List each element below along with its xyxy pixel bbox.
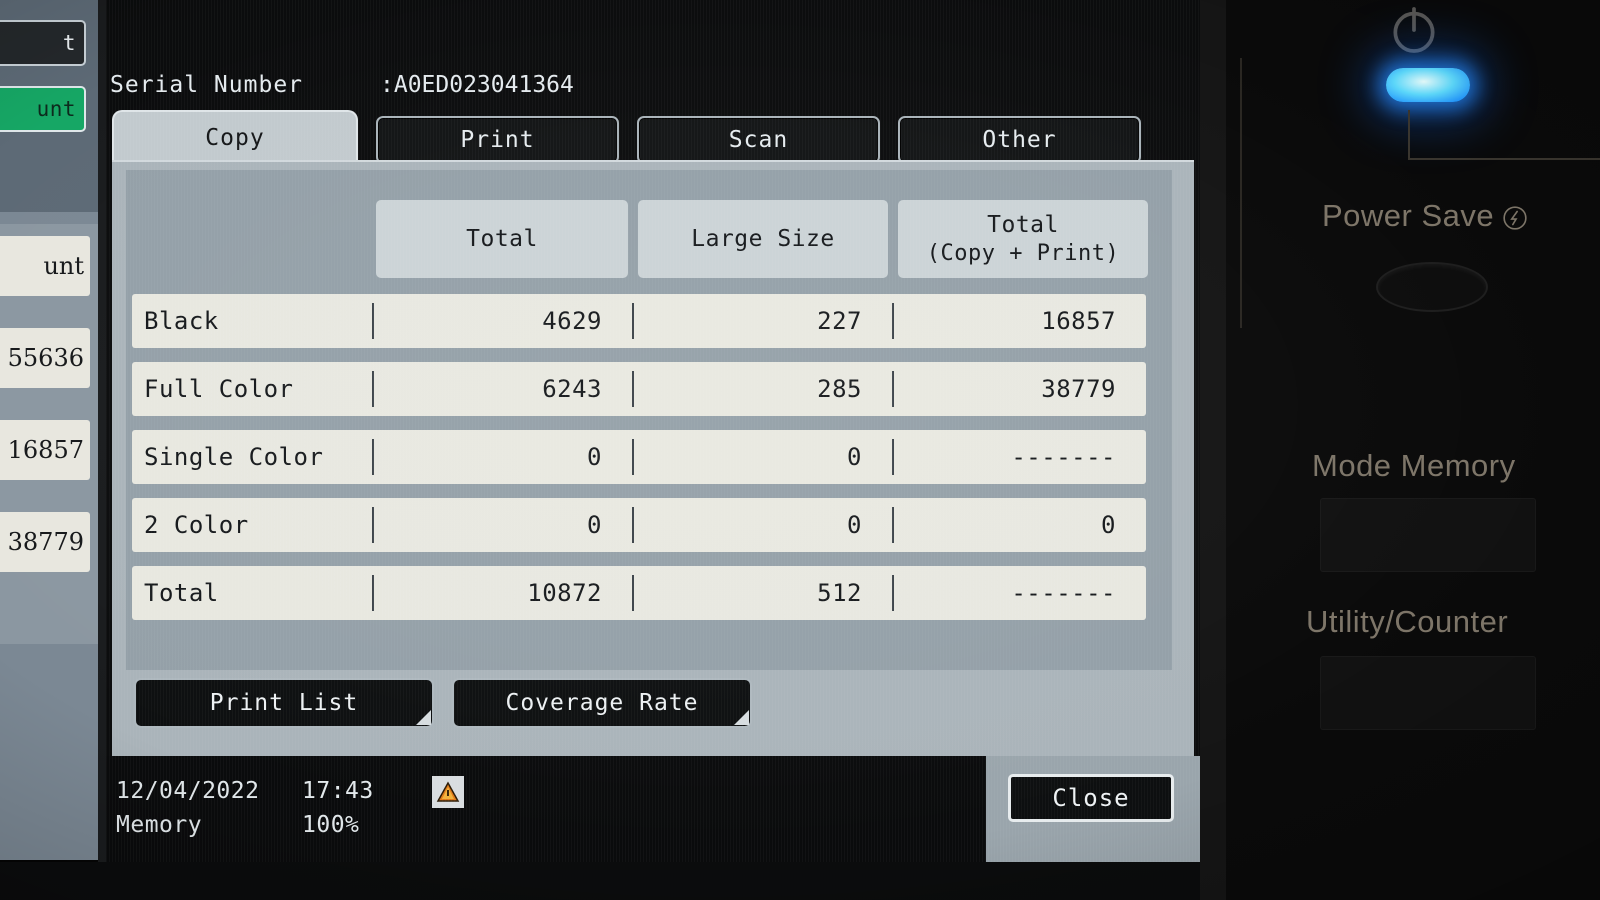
background-list-item[interactable]: 55636 — [0, 328, 90, 388]
tab-other[interactable]: Other — [898, 116, 1141, 164]
row-label: Black — [144, 307, 219, 335]
screen-bezel-divider — [98, 0, 106, 900]
column-header-total-title: Total — [466, 225, 538, 252]
serial-number-label: Serial Number — [110, 72, 304, 98]
cell-total: 4629 — [542, 307, 602, 335]
table-row: Total 10872 512 ------- — [132, 566, 1146, 620]
table-row: 2 Color 0 0 0 — [132, 498, 1146, 552]
tab-print-label: Print — [460, 127, 535, 153]
row-label: Full Color — [144, 375, 294, 403]
power-bracket-line — [1408, 110, 1600, 160]
row-label: 2 Color — [144, 511, 249, 539]
cell-large-size: 227 — [817, 307, 862, 335]
cell-total: 10872 — [527, 579, 602, 607]
tab-other-label: Other — [982, 127, 1057, 153]
background-button-partial-green[interactable]: unt — [0, 86, 86, 132]
cell-total-copy-print: 38779 — [1041, 375, 1116, 403]
background-list-item-label: 16857 — [7, 436, 84, 464]
table-row: Black 4629 227 16857 — [132, 294, 1146, 348]
power-led-indicator — [1386, 68, 1470, 102]
cell-total: 0 — [587, 443, 602, 471]
status-time: 17:43 — [302, 778, 374, 804]
cell-large-size: 512 — [817, 579, 862, 607]
tab-copy-label: Copy — [205, 125, 265, 151]
coverage-rate-button-label: Coverage Rate — [505, 690, 699, 716]
tab-copy[interactable]: Copy — [112, 110, 358, 164]
power-save-button[interactable] — [1376, 262, 1488, 312]
utility-counter-label: Utility/Counter — [1306, 604, 1509, 639]
column-header-total-copy-print: Total (Copy + Print) — [898, 200, 1148, 278]
row-label: Single Color — [144, 443, 324, 471]
tab-scan[interactable]: Scan — [637, 116, 880, 164]
column-header-total-copy-print-title: Total — [987, 211, 1059, 238]
status-bar: 12/04/2022 17:43 Memory 100% — [106, 756, 986, 862]
print-list-button-label: Print List — [209, 690, 359, 716]
close-button-label: Close — [1052, 784, 1130, 812]
row-label: Total — [144, 579, 219, 607]
background-list-item[interactable]: 38779 — [0, 512, 90, 572]
close-button-area: Close — [986, 756, 1200, 862]
cell-total-copy-print: ------- — [1011, 443, 1116, 471]
background-list-item[interactable]: unt — [0, 236, 90, 296]
background-list-item-label: 55636 — [7, 344, 84, 372]
cell-large-size: 0 — [847, 511, 862, 539]
table-row: Single Color 0 0 ------- — [132, 430, 1146, 484]
counter-table: Total Large Size Total (Copy + Print) Bl… — [126, 170, 1172, 670]
column-header-large-size: Large Size — [638, 200, 888, 278]
power-save-label: Power Save — [1322, 198, 1495, 233]
action-button-row: Print List Coverage Rate — [134, 678, 752, 728]
status-memory-value: 100% — [302, 812, 360, 838]
serial-number-row: Serial Number :A0ED023041364 — [106, 62, 1200, 108]
cell-total: 6243 — [542, 375, 602, 403]
background-button-green-label: unt — [36, 97, 76, 121]
column-header-total-copy-print-subtitle: (Copy + Print) — [926, 240, 1120, 266]
tab-print[interactable]: Print — [376, 116, 619, 164]
cell-total-copy-print: ------- — [1011, 579, 1116, 607]
panel-edge-divider — [1200, 0, 1226, 900]
counter-dialog: Serial Number :A0ED023041364 Copy Print … — [106, 0, 1200, 862]
background-button-partial-dark[interactable]: t — [0, 20, 86, 66]
column-header-large-size-title: Large Size — [691, 225, 835, 252]
hardware-control-panel: Power Save Mode Memory Utility/Counter — [1200, 0, 1600, 900]
print-list-button[interactable]: Print List — [134, 678, 434, 728]
background-list-item-label: 38779 — [7, 528, 84, 556]
column-header-total: Total — [376, 200, 628, 278]
cell-large-size: 0 — [847, 443, 862, 471]
power-save-icon — [1502, 203, 1528, 230]
cell-total: 0 — [587, 511, 602, 539]
close-button[interactable]: Close — [1008, 774, 1174, 822]
table-row: Full Color 6243 285 38779 — [132, 362, 1146, 416]
panel-guide-line — [1240, 58, 1242, 328]
mode-memory-button[interactable] — [1320, 498, 1536, 572]
device-photo: t unt unt 55636 16857 38779 Serial Numbe… — [0, 0, 1600, 900]
warning-triangle-icon — [432, 776, 464, 808]
dialog-body: Total Large Size Total (Copy + Print) Bl… — [112, 160, 1194, 758]
status-date: 12/04/2022 — [116, 778, 260, 804]
cell-total-copy-print: 16857 — [1041, 307, 1116, 335]
mode-memory-label: Mode Memory — [1312, 448, 1516, 483]
panel-bottom-strip — [0, 862, 1200, 900]
tab-bar: Copy Print Scan Other — [106, 108, 1200, 164]
background-button-dark-label: t — [62, 31, 76, 55]
counter-table-header: Total Large Size Total (Copy + Print) — [126, 200, 1172, 278]
tab-scan-label: Scan — [728, 127, 789, 153]
background-list-item-label: unt — [43, 252, 84, 280]
power-save-label-group: Power Save — [1322, 198, 1528, 234]
serial-number-value: :A0ED023041364 — [380, 72, 574, 98]
utility-counter-button[interactable] — [1320, 656, 1536, 730]
background-list-item[interactable]: 16857 — [0, 420, 90, 480]
power-icon — [1386, 2, 1442, 58]
cell-large-size: 285 — [817, 375, 862, 403]
background-screen: t unt unt 55636 16857 38779 — [0, 0, 98, 860]
cell-total-copy-print: 0 — [1101, 511, 1116, 539]
status-memory-label: Memory — [116, 812, 203, 838]
coverage-rate-button[interactable]: Coverage Rate — [452, 678, 752, 728]
